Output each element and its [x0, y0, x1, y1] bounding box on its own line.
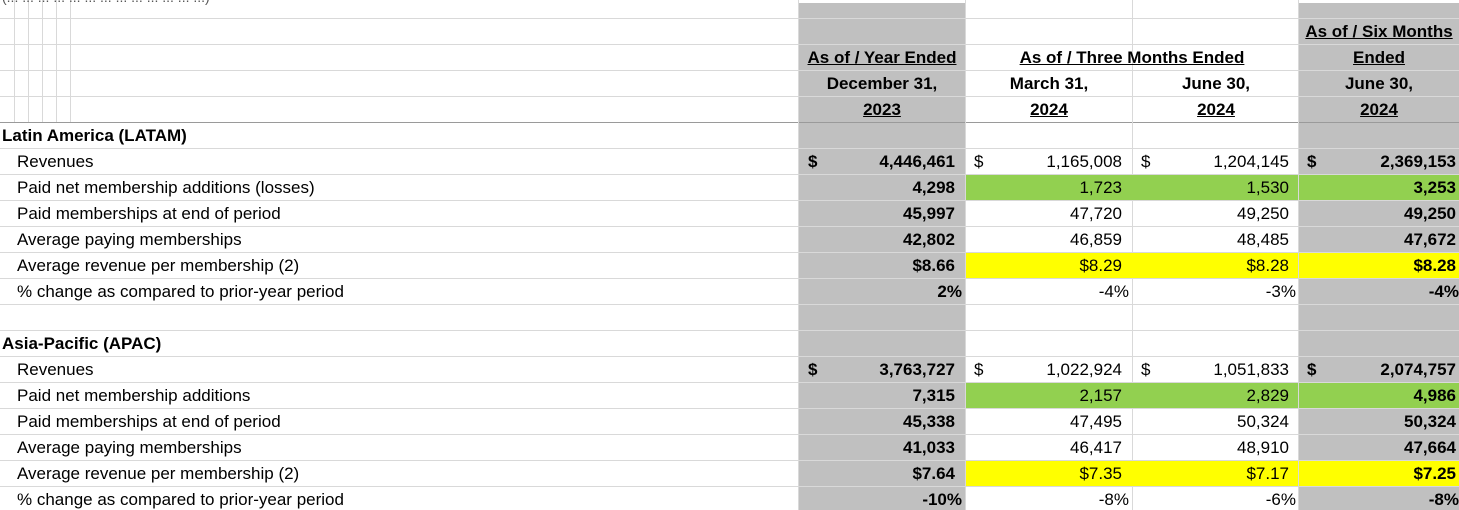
cell-q2[interactable]: 48,910: [1133, 438, 1289, 458]
cell-q2[interactable]: 49,250: [1133, 204, 1289, 224]
gridline: [0, 70, 1459, 71]
row-label: % change as compared to prior-year perio…: [17, 490, 344, 509]
row-label: Paid memberships at end of period: [17, 204, 281, 223]
row-label: Revenues: [17, 152, 94, 171]
cell-q2[interactable]: 50,324: [1133, 412, 1289, 432]
row-label: Paid net membership additions: [17, 386, 251, 405]
cell-fy[interactable]: $8.66: [799, 256, 955, 276]
gridline: [0, 356, 1459, 357]
row-label: Paid net membership additions (losses): [17, 178, 315, 197]
row-label: Average paying memberships: [17, 438, 242, 457]
cell-fy[interactable]: $7.64: [799, 464, 955, 484]
cell-fy[interactable]: 42,802: [799, 230, 955, 250]
gridline: [0, 18, 1459, 19]
gridline: [0, 434, 1459, 435]
cell-q1[interactable]: 46,417: [966, 438, 1122, 458]
cell-q2[interactable]: 48,485: [1133, 230, 1289, 250]
cell-h1[interactable]: 4,986: [1299, 386, 1456, 406]
cell-q2[interactable]: $8.28: [1133, 256, 1289, 276]
cell-q1[interactable]: -8%: [966, 490, 1129, 510]
cell-h1[interactable]: 49,250: [1299, 204, 1456, 224]
cell-h1[interactable]: 3,253: [1299, 178, 1456, 198]
gridline: [0, 148, 1459, 149]
gridline: [0, 96, 1459, 97]
row-label: Average paying memberships: [17, 230, 242, 249]
cell-q1[interactable]: -4%: [966, 282, 1129, 302]
cell-fy[interactable]: 7,315: [799, 386, 955, 406]
gridline: [0, 408, 1459, 409]
cell-h1[interactable]: 47,672: [1299, 230, 1456, 250]
row-label: Revenues: [17, 360, 94, 379]
gridline: [0, 486, 1459, 487]
header-june: June 30,: [1181, 74, 1251, 93]
cell-q2[interactable]: -3%: [1133, 282, 1296, 302]
cell-q1[interactable]: 1,022,924: [966, 360, 1122, 380]
cell-fy[interactable]: -10%: [799, 490, 962, 510]
gridline: [56, 0, 57, 122]
gridline: [70, 0, 71, 122]
cell-h1[interactable]: 50,324: [1299, 412, 1456, 432]
cell-q1[interactable]: 2,157: [966, 386, 1122, 406]
gridline: [0, 226, 1459, 227]
cell-q1[interactable]: $8.29: [966, 256, 1122, 276]
cell-q2[interactable]: 1,204,145: [1133, 152, 1299, 172]
header-march: March 31,: [1009, 74, 1089, 93]
cell-h1[interactable]: 2,369,153: [1299, 152, 1456, 172]
cell-h1[interactable]: $7.25: [1299, 464, 1456, 484]
cell-q1[interactable]: $7.35: [966, 464, 1122, 484]
gridline: [0, 330, 1459, 331]
cell-fy[interactable]: 45,997: [799, 204, 955, 224]
row-label: Average revenue per membership (2): [17, 464, 300, 483]
cell-h1[interactable]: -4%: [1299, 282, 1459, 302]
header-six-ended: Ended: [1353, 48, 1405, 67]
cell-q2[interactable]: 1,051,833: [1133, 360, 1299, 380]
header-three-months: As of / Three Months Ended: [1019, 48, 1245, 67]
header-march-2024: 2024: [1030, 100, 1068, 119]
cell-h1[interactable]: -8%: [1299, 490, 1459, 510]
cell-q1[interactable]: 47,720: [966, 204, 1122, 224]
header-year-ended: As of / Year Ended: [807, 48, 957, 67]
header-june-2024: 2024: [1197, 100, 1235, 119]
header-bottom-border: [0, 122, 1459, 123]
clipped-top-text: (... ... ... ... ... ... ... ... ... ...…: [2, 0, 210, 7]
gridline: [0, 44, 1459, 45]
gridline: [14, 0, 15, 122]
gridline: [0, 304, 1459, 305]
row-label: Paid memberships at end of period: [17, 412, 281, 431]
gridline: [0, 278, 1459, 279]
cell-h1[interactable]: $8.28: [1299, 256, 1456, 276]
cell-fy[interactable]: 45,338: [799, 412, 955, 432]
spreadsheet[interactable]: (... ... ... ... ... ... ... ... ... ...…: [0, 0, 1459, 510]
cell-q2[interactable]: 2,829: [1133, 386, 1289, 406]
header-six-june: June 30,: [1344, 74, 1414, 93]
section-title-apac: Asia-Pacific (APAC): [2, 334, 162, 353]
cell-q2[interactable]: -6%: [1133, 490, 1296, 510]
cell-q1[interactable]: 1,165,008: [966, 152, 1122, 172]
row-label: % change as compared to prior-year perio…: [17, 282, 344, 301]
gridline: [42, 0, 43, 122]
gridline: [28, 0, 29, 122]
cell-fy[interactable]: 3,763,727: [799, 360, 955, 380]
cell-fy[interactable]: 4,446,461: [799, 152, 955, 172]
header-year-2023: 2023: [863, 100, 901, 119]
cell-q2[interactable]: $7.17: [1133, 464, 1289, 484]
gridline: [0, 200, 1459, 201]
header-six-2024: 2024: [1360, 100, 1398, 119]
row-label: Average revenue per membership (2): [17, 256, 300, 275]
cell-h1[interactable]: 47,664: [1299, 438, 1456, 458]
header-six-months: As of / Six Months: [1305, 22, 1453, 41]
cell-q1[interactable]: 47,495: [966, 412, 1122, 432]
cell-fy[interactable]: 4,298: [799, 178, 955, 198]
cell-fy[interactable]: 41,033: [799, 438, 955, 458]
cell-q2[interactable]: 1,530: [1133, 178, 1289, 198]
cell-q1[interactable]: 1,723: [966, 178, 1122, 198]
header-year-date: December 31,: [826, 74, 938, 93]
cell-h1[interactable]: 2,074,757: [1299, 360, 1456, 380]
cell-q1[interactable]: 46,859: [966, 230, 1122, 250]
cell-fy[interactable]: 2%: [799, 282, 962, 302]
section-title-latam: Latin America (LATAM): [2, 126, 187, 145]
